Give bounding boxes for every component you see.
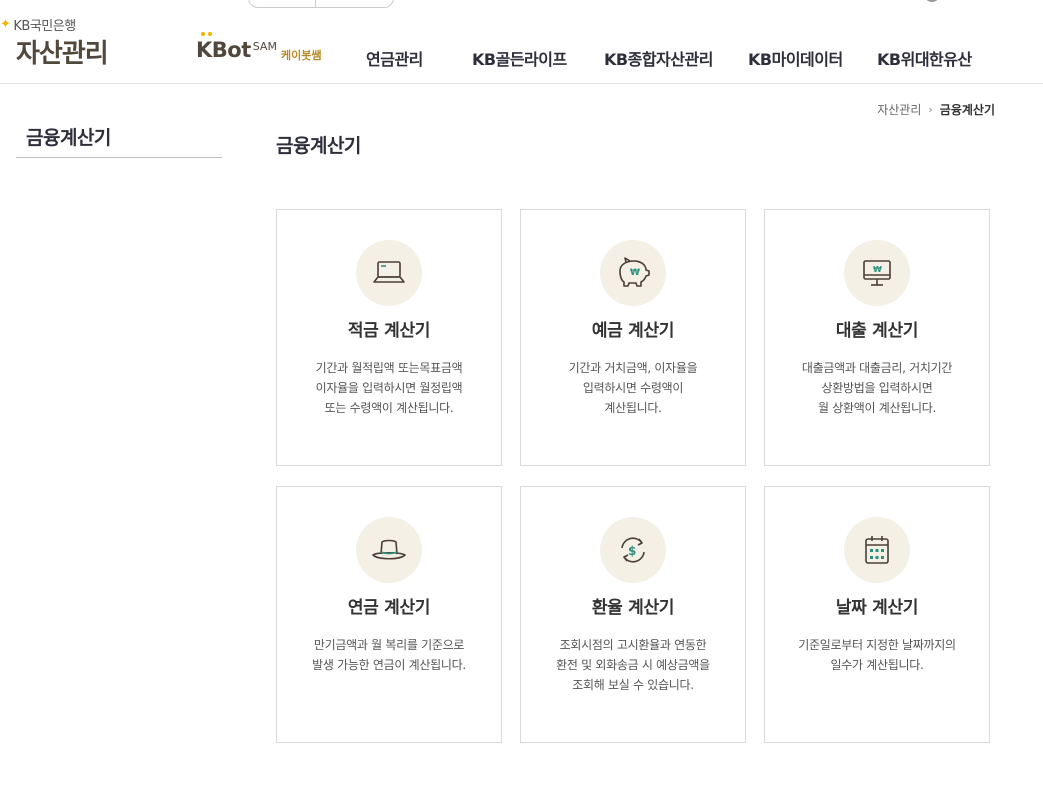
sidebar-divider (16, 157, 222, 158)
nav-item-mydata[interactable]: KB마이데이터 (748, 46, 843, 70)
svg-text:₩: ₩ (873, 265, 882, 274)
card-deposit-calculator[interactable]: ₩ 예금 계산기 기간과 거치금액, 이자율을 입력하시면 수령액이 계산됩니다. (520, 209, 746, 466)
kbot-word: KBot (196, 32, 251, 62)
card-description: 기준일로부터 지정한 날짜까지의 일수가 계산됩니다. (798, 638, 956, 672)
kbot-dots-icon (199, 32, 215, 37)
monitor-won-icon: ₩ (844, 240, 910, 306)
chevron-right-icon: › (928, 103, 933, 116)
card-pension-calculator[interactable]: 연금 계산기 만기금액과 월 복리를 기준으로 발생 가능한 연금이 계산됩니다. (276, 486, 502, 743)
nav-item-pension[interactable]: 연금관리 (366, 46, 423, 70)
card-title: 대출 계산기 (835, 321, 919, 341)
utility-toggle[interactable] (248, 0, 394, 8)
kbot-text: KBot (196, 38, 251, 62)
card-description: 조회시점의 고시환율과 연동한 환전 및 외화송금 시 예상금액을 조회해 보실 수… (556, 638, 710, 692)
logo-small-text: KB국민은행 (13, 19, 76, 34)
card-date-calculator[interactable]: 날짜 계산기 기준일로부터 지정한 날짜까지의 일수가 계산됩니다. (764, 486, 990, 743)
card-description: 기간과 월적립액 또는목표금액 이자율을 입력하시면 월정립액 또는 수령액이 계산… (315, 361, 463, 415)
card-title: 환율 계산기 (591, 598, 675, 618)
nav-item-wealth-management[interactable]: KB종합자산관리 (604, 46, 713, 70)
card-savings-calculator[interactable]: 적금 계산기 기간과 월적립액 또는목표금액 이자율을 입력하시면 월정립액 또는 … (276, 209, 502, 466)
calendar-icon (844, 517, 910, 583)
piggy-bank-icon: ₩ (600, 240, 666, 306)
site-header: ✦ KB국민은행 자산관리 KBot SAM 케이봇쌤 연금관리 KB골든라이프… (0, 0, 1043, 84)
svg-text:$: $ (628, 544, 636, 558)
card-title: 날짜 계산기 (835, 598, 919, 618)
card-title: 예금 계산기 (591, 321, 675, 341)
page-title: 금융계산기 (276, 135, 361, 157)
card-description: 기간과 거치금액, 이자율을 입력하시면 수령액이 계산됩니다. (568, 361, 698, 415)
kb-bank-logo[interactable]: ✦ KB국민은행 (0, 15, 76, 34)
hat-icon (356, 517, 422, 583)
nav-item-legacy[interactable]: KB위대한유산 (877, 46, 972, 70)
nav-item-golden-life[interactable]: KB골든라이프 (472, 46, 567, 70)
site-logo[interactable]: 자산관리 (16, 33, 109, 70)
card-exchange-calculator[interactable]: $ 환율 계산기 조회시점의 고시환율과 연동한 환전 및 외화송금 시 예상금액… (520, 486, 746, 743)
card-title: 연금 계산기 (347, 598, 431, 618)
kbot-sam-logo[interactable]: KBot SAM 케이봇쌤 (196, 32, 322, 63)
kbot-sam-text: SAM (252, 40, 277, 53)
card-description: 대출금액과 대출금리, 거치기간 상환방법을 입력하시면 월 상환액이 계산됩니다. (801, 361, 953, 415)
breadcrumb: 자산관리 › 금융계산기 (877, 101, 995, 118)
laptop-icon (356, 240, 422, 306)
kb-star-icon: ✦ (0, 17, 11, 32)
breadcrumb-current: 금융계산기 (939, 103, 995, 117)
breadcrumb-home[interactable]: 자산관리 (877, 101, 921, 118)
sidebar-title[interactable]: 금융계산기 (26, 123, 111, 150)
card-title: 적금 계산기 (347, 321, 431, 341)
svg-text:₩: ₩ (630, 268, 640, 278)
currency-exchange-icon: $ (600, 517, 666, 583)
card-loan-calculator[interactable]: ₩ 대출 계산기 대출금액과 대출금리, 거치기간 상환방법을 입력하시면 월 상환… (764, 209, 990, 466)
kbot-korean-text: 케이봇쌤 (280, 49, 322, 62)
search-icon[interactable] (924, 0, 940, 2)
utility-bar (248, 0, 1028, 8)
card-description: 만기금액과 월 복리를 기준으로 발생 가능한 연금이 계산됩니다. (312, 638, 466, 672)
